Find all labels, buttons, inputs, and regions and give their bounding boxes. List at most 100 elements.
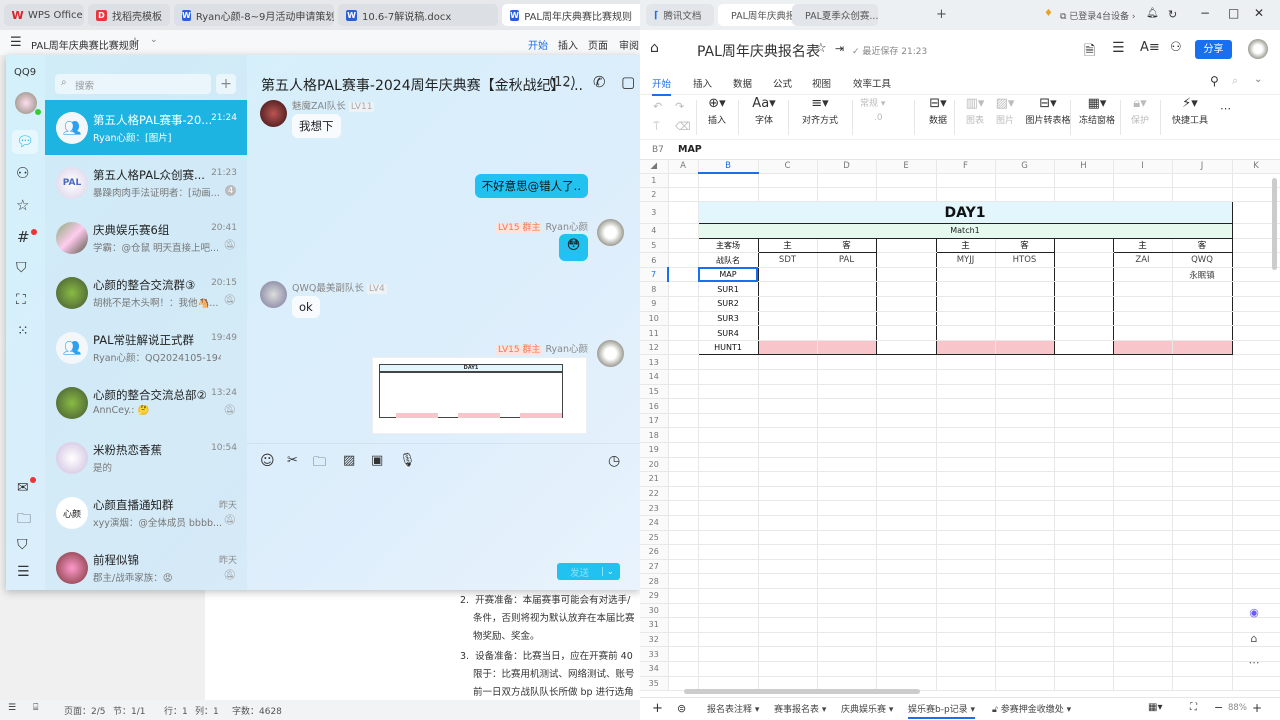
cell[interactable] — [817, 471, 877, 487]
cell[interactable] — [758, 281, 818, 298]
team-cell[interactable]: PAL — [817, 252, 877, 268]
cell[interactable] — [936, 646, 996, 662]
conversation-item[interactable]: 心颜 心颜直播通知群 昨天 xyy演烟：@全体成员 bbbb... 🔕︎ — [45, 485, 247, 540]
cell[interactable] — [668, 632, 699, 648]
cell[interactable] — [1232, 325, 1280, 341]
cell[interactable] — [1054, 173, 1114, 189]
message-bubble[interactable]: 我想下 — [292, 114, 341, 138]
cell[interactable] — [758, 267, 818, 283]
cell[interactable] — [1113, 384, 1173, 400]
cell[interactable] — [817, 384, 877, 400]
cell[interactable] — [1054, 544, 1114, 560]
my-avatar[interactable] — [597, 340, 624, 367]
cell[interactable] — [876, 187, 937, 203]
cell[interactable] — [995, 173, 1055, 189]
cell[interactable] — [817, 354, 877, 371]
star-icon[interactable]: ☆ — [16, 196, 29, 214]
cell[interactable] — [1113, 632, 1173, 648]
cell[interactable] — [1232, 296, 1280, 312]
cell[interactable] — [698, 646, 759, 662]
row-header[interactable]: 35 — [640, 676, 669, 692]
cell[interactable] — [936, 632, 996, 648]
cell[interactable] — [668, 223, 699, 239]
cell[interactable] — [1054, 384, 1114, 400]
cell[interactable] — [758, 617, 818, 633]
row-header[interactable]: 19 — [640, 442, 669, 458]
cell[interactable] — [1172, 661, 1233, 677]
cell[interactable] — [936, 398, 996, 414]
cell[interactable] — [668, 646, 699, 662]
select-all-corner[interactable]: ◢ — [640, 160, 669, 174]
cell[interactable] — [995, 661, 1055, 677]
cell[interactable] — [876, 530, 937, 546]
cell[interactable] — [1113, 486, 1173, 502]
team-cell[interactable] — [1054, 252, 1114, 268]
cell[interactable] — [1172, 427, 1233, 443]
cell[interactable] — [758, 427, 818, 443]
undo-icon[interactable]: ↶ — [653, 100, 662, 113]
cell[interactable] — [995, 573, 1055, 589]
contacts-icon[interactable]: ⚇ — [16, 164, 29, 182]
team-cell[interactable]: HTOS — [995, 252, 1055, 268]
format-painter-icon[interactable]: ⍑ — [653, 120, 660, 134]
cell[interactable] — [1232, 500, 1280, 516]
cell[interactable] — [1054, 632, 1114, 648]
conversation-item[interactable]: 👥︎ 第五人格PAL赛事-20... 21:24 Ryan心颜：[图片] — [45, 100, 247, 155]
data-button[interactable]: ⊟▾ 数据 — [920, 95, 956, 126]
cell[interactable] — [1172, 471, 1233, 487]
cell[interactable] — [995, 398, 1055, 414]
cell[interactable] — [936, 311, 996, 327]
cell[interactable] — [758, 515, 818, 531]
cell[interactable] — [995, 588, 1055, 604]
cell[interactable] — [1113, 500, 1173, 516]
cell[interactable] — [995, 187, 1055, 203]
cell[interactable] — [817, 515, 877, 531]
cell[interactable] — [668, 515, 699, 531]
conversation-item[interactable]: 庆典娱乐赛6组 20:41 学霸：@仓鼠 明天直接上吧... 🔕︎ — [45, 210, 247, 265]
send-options-chevron-icon[interactable]: ⌄ — [602, 567, 614, 576]
cell[interactable] — [876, 457, 937, 473]
cell[interactable] — [1172, 500, 1233, 516]
cell[interactable] — [758, 471, 818, 487]
cell[interactable] — [668, 457, 699, 473]
cell[interactable] — [1054, 325, 1114, 341]
cell[interactable] — [936, 384, 996, 400]
collaborator-icon[interactable]: ⚇ — [1170, 40, 1182, 55]
row-header[interactable]: 13 — [640, 354, 669, 371]
bell-icon[interactable]: 🔔︎ — [1146, 8, 1159, 19]
row-label-cell[interactable]: SUR4 — [697, 325, 759, 341]
folder-icon[interactable]: 🗀 — [313, 453, 326, 475]
cell[interactable] — [876, 617, 937, 633]
cell[interactable] — [758, 646, 818, 662]
home-away-cell[interactable]: 主 — [936, 238, 996, 254]
day-title-cell[interactable]: DAY1 — [697, 201, 1233, 225]
cell[interactable] — [1113, 559, 1173, 575]
cell[interactable] — [1113, 369, 1173, 385]
game-icon[interactable]: ⛉ — [16, 260, 27, 276]
match-title-cell[interactable]: Match1 — [697, 223, 1233, 239]
cell[interactable] — [1054, 281, 1114, 298]
cell[interactable] — [936, 573, 996, 589]
cell[interactable] — [1172, 325, 1233, 341]
cell[interactable] — [1172, 354, 1233, 371]
cell[interactable] — [995, 457, 1055, 473]
column-header[interactable]: K — [1232, 160, 1280, 174]
cell[interactable] — [817, 442, 877, 458]
cell[interactable] — [668, 325, 699, 341]
insert-button[interactable]: ⊕▾ 插入 — [702, 95, 732, 126]
cell[interactable] — [1113, 267, 1173, 283]
cell[interactable] — [876, 354, 937, 371]
zoom-in-icon[interactable]: + — [1252, 701, 1262, 715]
tab-tencent-docs[interactable]: ⌈ 腾讯文档 — [646, 4, 714, 26]
cell[interactable] — [936, 369, 996, 385]
cell[interactable] — [936, 676, 996, 692]
cell[interactable] — [1232, 676, 1280, 692]
cell[interactable] — [668, 238, 699, 254]
cell[interactable] — [698, 354, 759, 371]
layout-icon[interactable]: ⌸ — [33, 703, 38, 713]
cell[interactable] — [936, 588, 996, 604]
cell[interactable] — [1232, 340, 1280, 356]
cell[interactable] — [1232, 398, 1280, 414]
channel-icon[interactable]: # — [17, 228, 30, 246]
row-label-cell[interactable]: SUR3 — [697, 311, 759, 327]
